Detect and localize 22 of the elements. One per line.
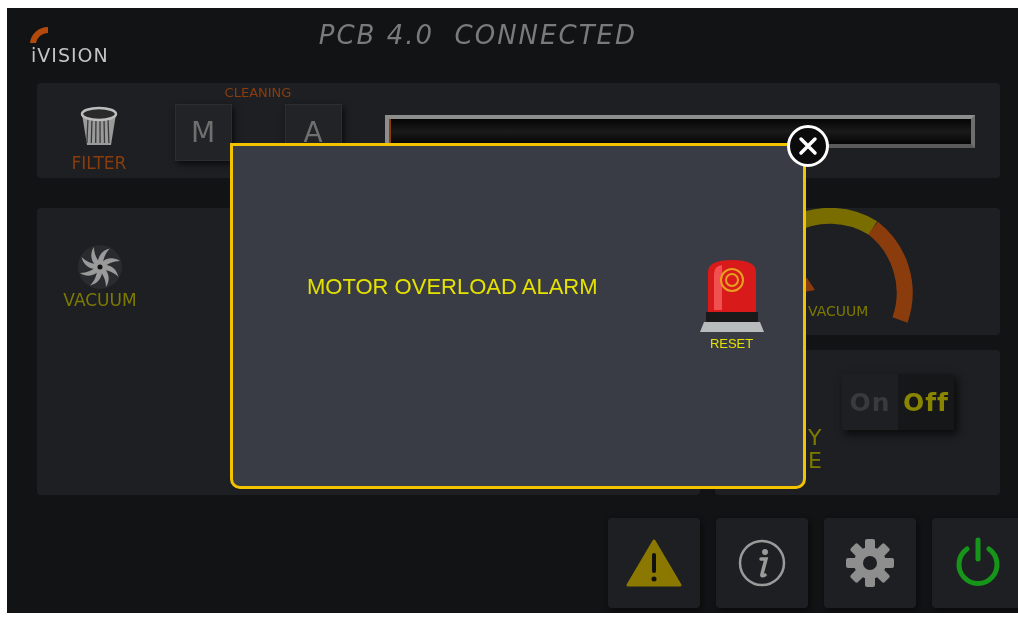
switch-caption: Y: [808, 426, 822, 450]
logo-text: iVISION: [31, 46, 109, 65]
alarm-message: MOTOR OVERLOAD ALARM: [307, 276, 598, 301]
cleaning-label: CLEANING: [224, 86, 292, 99]
vacuum-label: VACUUM: [63, 292, 137, 310]
switch-caption: E: [808, 449, 822, 473]
connection-title: PCB 4.0 CONNECTED: [318, 20, 637, 50]
filter-icon: [78, 105, 120, 147]
settings-button[interactable]: [824, 518, 916, 608]
reset-button[interactable]: RESET: [709, 336, 754, 351]
mode-button[interactable]: M: [174, 104, 232, 161]
close-icon: [798, 136, 818, 156]
power-button[interactable]: [932, 518, 1018, 608]
settings-icon: [845, 538, 895, 588]
info-icon: [737, 538, 787, 588]
fan-icon: [77, 244, 123, 290]
warning-button[interactable]: [608, 518, 700, 608]
info-button[interactable]: [716, 518, 808, 608]
filter-label: FILTER: [71, 155, 127, 172]
logo-arc-icon: [28, 25, 50, 43]
warning-icon: [626, 539, 682, 587]
gauge-label: VACUUM: [808, 304, 869, 319]
